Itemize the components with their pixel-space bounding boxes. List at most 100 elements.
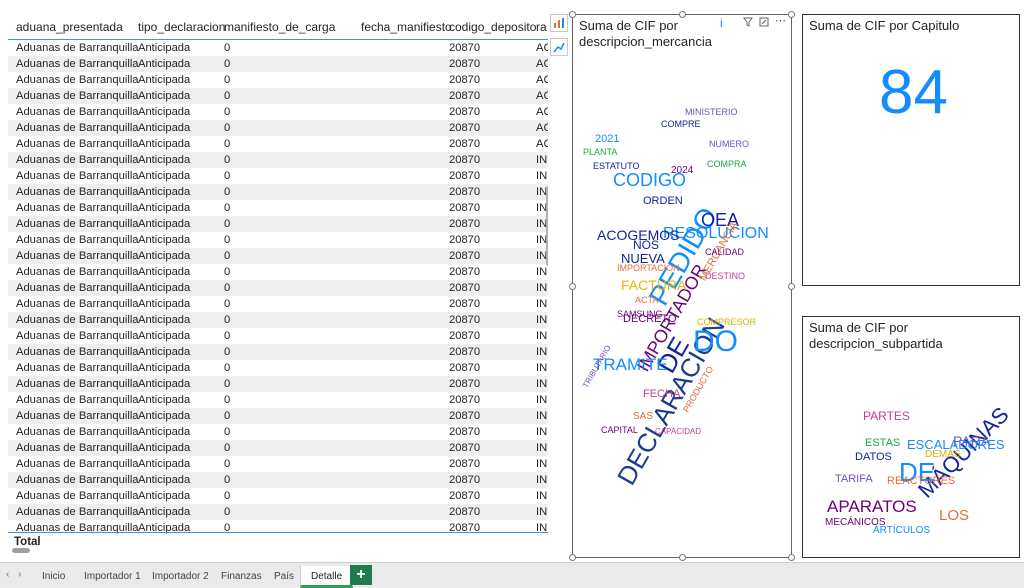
wordcloud-word[interactable]: ARTÍCULOS (873, 525, 930, 536)
wordcloud-word[interactable]: MINISTERIO (685, 107, 738, 117)
resize-handle[interactable] (788, 554, 795, 561)
table-row[interactable]: Aduanas de Barranquilla Anticipada 0 20870 I… (8, 312, 548, 328)
wordcloud-subpartida-visual[interactable]: Suma de CIF por descripcion_subpartida M… (802, 316, 1020, 558)
table-row[interactable]: Aduanas de Barranquilla Anticipada 0 20870 I… (8, 216, 548, 232)
table-row[interactable]: Aduanas de Barranquilla Anticipada 0 20870 I… (8, 504, 548, 520)
wordcloud-word[interactable]: IMPORTACION (617, 263, 680, 273)
wordcloud-word[interactable]: ACTA (635, 295, 658, 305)
format-visual-icon[interactable] (550, 14, 568, 32)
col-aduana-presentada[interactable]: aduana_presentada (16, 20, 123, 34)
wordcloud-word[interactable]: FECHA (643, 388, 680, 400)
next-page-arrow-icon[interactable]: › (18, 569, 21, 580)
wordcloud-mercancia-visual[interactable]: Suma de CIF por descripcion_mercancia i … (572, 14, 792, 558)
col-ra[interactable]: ra (536, 20, 547, 34)
table-row[interactable]: Aduanas de Barranquilla Anticipada 0 20870 A… (8, 136, 548, 152)
wordcloud-word[interactable]: NUMERO (709, 139, 749, 149)
wordcloud-word[interactable]: ESTATUTO (593, 161, 640, 171)
table-row[interactable]: Aduanas de Barranquilla Anticipada 0 20870 I… (8, 456, 548, 472)
table-cell: 0 (224, 282, 231, 294)
col-fecha-manifiesto[interactable]: fecha_manifiesto (361, 20, 452, 34)
tab-pais[interactable]: País (264, 566, 306, 588)
detail-table[interactable]: aduana_presentada tipo_declaracion manif… (8, 14, 548, 554)
tab-importador-2[interactable]: Importador 2 (142, 566, 220, 588)
wordcloud-word[interactable]: COMPRA (707, 159, 747, 169)
table-row[interactable]: Aduanas de Barranquilla Anticipada 0 20870 I… (8, 296, 548, 312)
resize-handle[interactable] (569, 283, 576, 290)
table-row[interactable]: Aduanas de Barranquilla Anticipada 0 20870 I… (8, 376, 548, 392)
wordcloud-word[interactable]: CALIDAD (705, 247, 744, 257)
add-page-button[interactable]: + (350, 565, 372, 585)
col-codigo-deposito[interactable]: codigo_deposito (449, 20, 536, 34)
wordcloud-word[interactable]: DATOS (855, 451, 892, 463)
table-row[interactable]: Aduanas de Barranquilla Anticipada 0 20870 I… (8, 472, 548, 488)
table-row[interactable]: Aduanas de Barranquilla Anticipada 0 20870 I… (8, 392, 548, 408)
horizontal-scrollbar[interactable] (12, 548, 30, 553)
table-row[interactable]: Aduanas de Barranquilla Anticipada 0 20870 I… (8, 168, 548, 184)
col-tipo-declaracion[interactable]: tipo_declaracion (138, 20, 225, 34)
wordcloud-word[interactable]: PLANTA (583, 147, 617, 157)
resize-handle[interactable] (788, 11, 795, 18)
table-cell: Anticipada (138, 378, 191, 390)
table-row[interactable]: Aduanas de Barranquilla Anticipada 0 20870 I… (8, 424, 548, 440)
wordcloud-word[interactable]: CAPACIDAD (655, 427, 701, 436)
table-row[interactable]: Aduanas de Barranquilla Anticipada 0 20870 A… (8, 88, 548, 104)
resize-handle[interactable] (679, 554, 686, 561)
info-icon[interactable]: i (720, 16, 723, 30)
wordcloud-word[interactable]: SAMSUNG (617, 309, 663, 319)
table-row[interactable]: Aduanas de Barranquilla Anticipada 0 20870 A… (8, 72, 548, 88)
table-row[interactable]: Aduanas de Barranquilla Anticipada 0 20870 I… (8, 184, 548, 200)
wordcloud-word[interactable]: NOS (633, 238, 659, 252)
wordcloud-word[interactable]: DO (693, 325, 738, 359)
table-row[interactable]: Aduanas de Barranquilla Anticipada 0 20870 A… (8, 56, 548, 72)
more-options-icon[interactable]: ⋯ (775, 16, 786, 27)
table-row[interactable]: Aduanas de Barranquilla Anticipada 0 20870 I… (8, 344, 548, 360)
table-cell: 20870 (449, 42, 481, 54)
resize-handle[interactable] (569, 554, 576, 561)
table-row[interactable]: Aduanas de Barranquilla Anticipada 0 20870 I… (8, 152, 548, 168)
wordcloud-word[interactable]: SAS (633, 411, 653, 422)
wordcloud-word[interactable]: DEMÁS (925, 449, 961, 460)
table-row[interactable]: Aduanas de Barranquilla Anticipada 0 20870 I… (8, 200, 548, 216)
table-row[interactable]: Aduanas de Barranquilla Anticipada 0 20870 I… (8, 360, 548, 376)
wordcloud-word[interactable]: CAPITAL (601, 425, 638, 435)
table-cell: 0 (224, 42, 231, 54)
col-manifiesto-de-carga[interactable]: manifiesto_de_carga (224, 20, 335, 34)
table-row[interactable]: Aduanas de Barranquilla Anticipada 0 20870 A… (8, 104, 548, 120)
wordcloud-word[interactable]: ESTAS (865, 437, 900, 449)
wordcloud-word[interactable]: APARATOS (827, 497, 917, 517)
wordcloud-word[interactable]: TARIFA (835, 473, 873, 485)
tab-importador-1[interactable]: Importador 1 (74, 566, 152, 588)
wordcloud-word[interactable]: 2024 (671, 165, 693, 176)
wordcloud-word[interactable]: PARTES (863, 409, 910, 423)
prev-page-arrow-icon[interactable]: ‹ (6, 569, 9, 580)
table-row[interactable]: Aduanas de Barranquilla Anticipada 0 20870 I… (8, 440, 548, 456)
table-row[interactable]: Aduanas de Barranquilla Anticipada 0 20870 I… (8, 488, 548, 504)
resize-handle[interactable] (569, 11, 576, 18)
wordcloud-word[interactable]: COMPRE (661, 119, 701, 129)
tab-detalle[interactable]: Detalle (300, 566, 354, 588)
table-row[interactable]: Aduanas de Barranquilla Anticipada 0 20870 A… (8, 120, 548, 136)
table-row[interactable]: Aduanas de Barranquilla Anticipada 0 20870 I… (8, 264, 548, 280)
resize-handle[interactable] (788, 283, 795, 290)
wordcloud-word[interactable]: ORDEN (643, 195, 683, 207)
wordcloud-word[interactable]: DESTINO (705, 271, 745, 281)
table-row[interactable]: Aduanas de Barranquilla Anticipada 0 20870 I… (8, 232, 548, 248)
table-row[interactable]: Aduanas de Barranquilla Anticipada 0 20870 I… (8, 280, 548, 296)
table-cell: AC (536, 138, 548, 150)
focus-mode-icon[interactable] (759, 17, 769, 27)
analytics-icon[interactable] (550, 38, 568, 56)
wordcloud-word[interactable]: REACTORES (887, 475, 955, 487)
wordcloud-word[interactable]: FACTURA (621, 277, 686, 293)
table-row[interactable]: Aduanas de Barranquilla Anticipada 0 20870 I… (8, 248, 548, 264)
card-capitulo-visual[interactable]: Suma de CIF por Capitulo 84 (802, 14, 1020, 286)
wordcloud-word[interactable]: LOS (939, 507, 969, 524)
filter-icon[interactable] (743, 17, 753, 27)
wordcloud-word[interactable]: COMPRESOR (697, 317, 756, 327)
resize-handle[interactable] (679, 11, 686, 18)
tab-inicio[interactable]: Inicio (32, 566, 77, 588)
vertical-scrollbar[interactable] (546, 186, 548, 266)
table-row[interactable]: Aduanas de Barranquilla Anticipada 0 20870 A… (8, 40, 548, 56)
table-row[interactable]: Aduanas de Barranquilla Anticipada 0 20870 I… (8, 408, 548, 424)
wordcloud-word[interactable]: 2021 (595, 133, 619, 145)
table-row[interactable]: Aduanas de Barranquilla Anticipada 0 20870 I… (8, 328, 548, 344)
